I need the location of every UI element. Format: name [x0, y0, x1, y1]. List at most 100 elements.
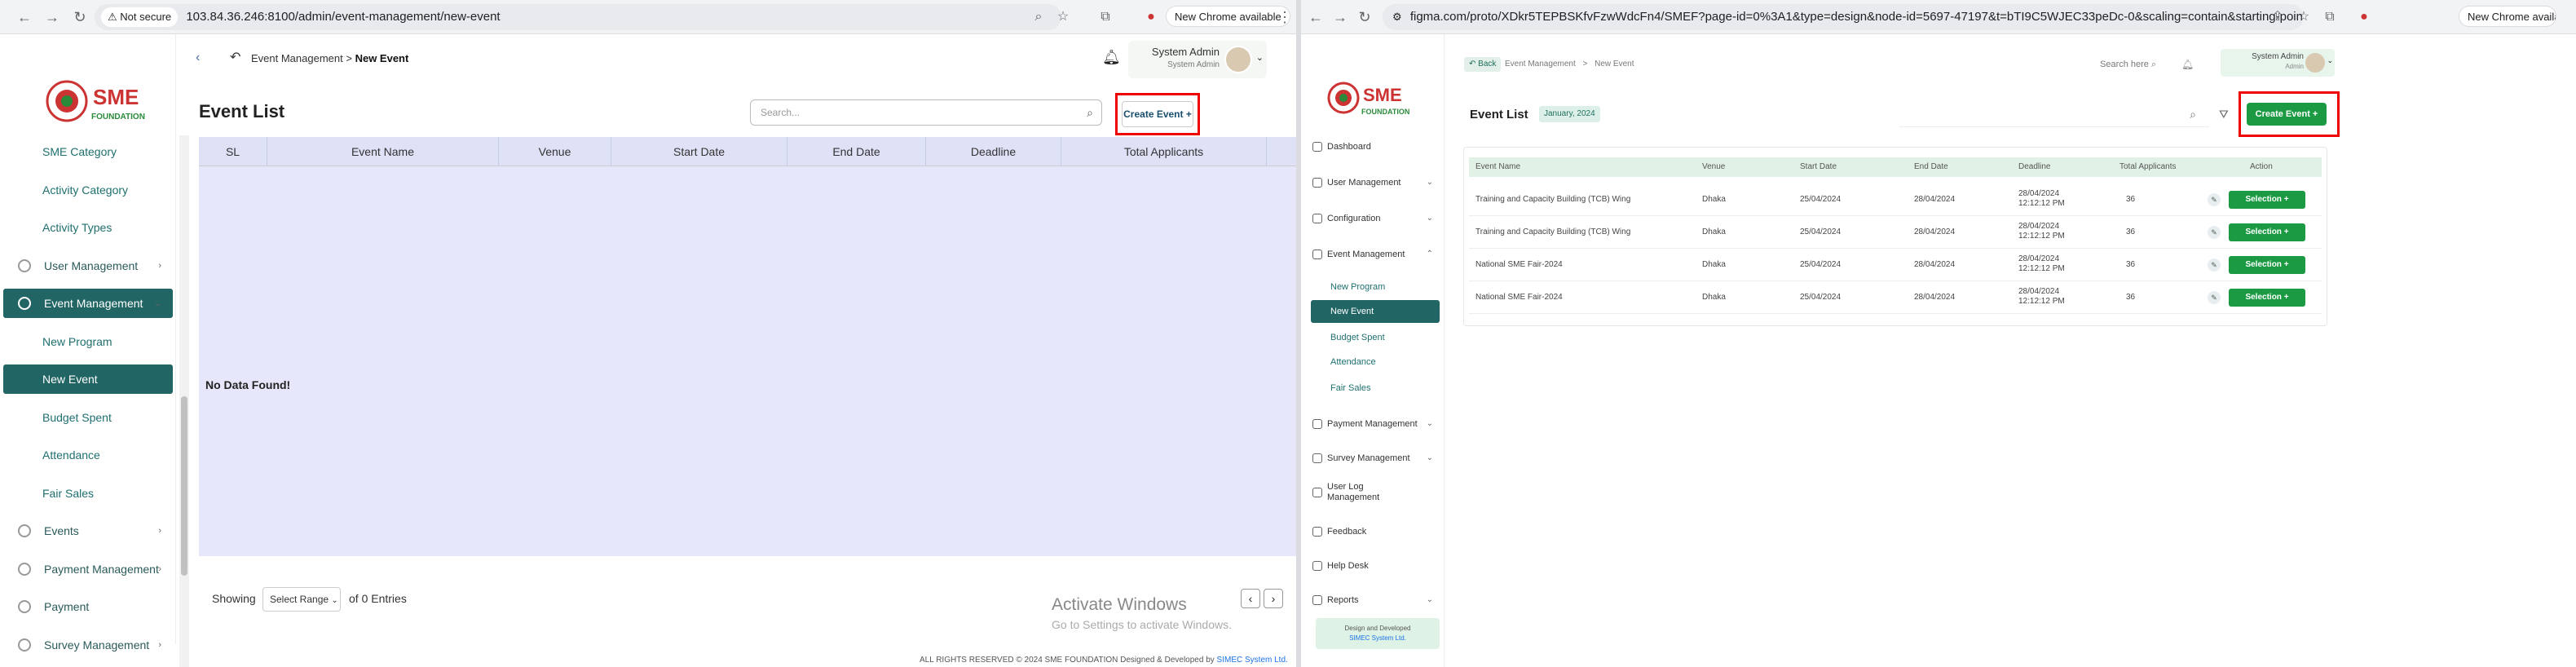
- selection-button[interactable]: Selection +: [2229, 289, 2305, 307]
- edit-icon[interactable]: ✎: [2208, 226, 2221, 239]
- sidebar-item-survey-management[interactable]: Survey Management ›: [3, 630, 173, 660]
- sidebar-item-dashboard[interactable]: Dashboard: [1311, 135, 1440, 158]
- design-credit-link[interactable]: SIMEC System Ltd.: [1349, 634, 1406, 642]
- cell-venue: Dhaka: [1702, 260, 1726, 269]
- forward-icon[interactable]: →: [1330, 7, 1350, 27]
- sidebar-item-feedback[interactable]: Feedback: [1311, 520, 1440, 543]
- sidebar-item-user-management[interactable]: User Management ›: [3, 251, 173, 280]
- sidebar-item-reports[interactable]: Reports ⌄: [1311, 589, 1440, 612]
- collapse-sidebar-icon[interactable]: ‹: [196, 51, 200, 65]
- cell-end: 28/04/2024: [1914, 293, 1956, 302]
- reload-icon[interactable]: ↻: [1355, 7, 1374, 27]
- reload-icon[interactable]: ↻: [70, 7, 90, 27]
- menu-icon: [18, 524, 31, 537]
- chevron-down-icon: ⌄: [1255, 53, 1264, 63]
- edit-icon[interactable]: ✎: [2208, 258, 2221, 272]
- user-profile-menu[interactable]: System Admin System Admin ⌄: [1128, 41, 1267, 78]
- sidebar-item-payment-management[interactable]: Payment Management ›: [3, 554, 173, 584]
- entries-count: of 0 Entries: [349, 592, 407, 605]
- zoom-icon[interactable]: ⌕: [1029, 7, 1048, 27]
- sidebar-item-new-event[interactable]: New Event: [3, 364, 173, 394]
- sidebar-item-configuration[interactable]: Configuration ⌄: [1311, 207, 1440, 230]
- url-text: 103.84.36.246:8100/admin/event-managemen…: [186, 10, 501, 24]
- back-button[interactable]: ↶ Back: [1464, 57, 1502, 72]
- sidebar-item-payment-management[interactable]: Payment Management ⌄: [1311, 413, 1440, 435]
- sidebar-item-label: User Management: [44, 258, 139, 272]
- chrome-update-chip[interactable]: New Chrome available: [2459, 6, 2556, 27]
- sidebar-item-fair-sales[interactable]: Fair Sales: [3, 479, 173, 508]
- extensions-icon[interactable]: ⧉: [1096, 7, 1115, 27]
- developer-link[interactable]: SIMEC System Ltd.: [1217, 656, 1288, 665]
- chrome-update-chip[interactable]: New Chrome available: [1166, 6, 1290, 27]
- edit-icon[interactable]: ✎: [2208, 291, 2221, 304]
- chevron-down-icon: ⌄: [2327, 56, 2333, 64]
- chevron-icon: ⌃: [1426, 250, 1433, 258]
- breadcrumb-parent[interactable]: Event Management: [251, 52, 343, 64]
- svg-text:FOUNDATION: FOUNDATION: [91, 113, 145, 121]
- bookmark-star-icon[interactable]: ☆: [1053, 7, 1073, 27]
- sidebar-item-new-event[interactable]: New Event: [1311, 300, 1440, 323]
- user-profile-menu[interactable]: System Admin Admin ⌄: [2221, 49, 2335, 77]
- sidebar-item-attendance[interactable]: Attendance: [1311, 351, 1440, 373]
- back-icon[interactable]: ←: [1306, 7, 1325, 27]
- share-icon[interactable]: ⇪: [2268, 7, 2287, 27]
- extensions-icon[interactable]: ⧉: [2320, 7, 2340, 27]
- back-icon[interactable]: ←: [15, 7, 34, 27]
- search-icon: ⌕: [2190, 108, 2196, 121]
- sidebar-item-new-program[interactable]: New Program: [1311, 276, 1440, 298]
- sidebar-item-budget-spent[interactable]: Budget Spent: [3, 403, 173, 432]
- sidebar-item-user-management[interactable]: User Management ⌄: [1311, 171, 1440, 194]
- notification-bell-icon[interactable]: 🔔︎: [1102, 49, 1121, 66]
- sidebar-item-activity-category[interactable]: Activity Category: [3, 175, 173, 205]
- selection-button[interactable]: Selection +: [2229, 256, 2305, 274]
- site-settings-icon[interactable]: ⚙: [1392, 11, 1402, 23]
- not-secure-badge[interactable]: ⚠ Not secure: [101, 7, 179, 27]
- scrollbar-thumb[interactable]: [181, 396, 187, 576]
- sidebar-item-fair-sales[interactable]: Fair Sales: [1311, 377, 1440, 400]
- sidebar-item-event-management[interactable]: Event Management ⌄: [3, 289, 173, 318]
- forward-icon[interactable]: →: [42, 7, 62, 27]
- back-arrow-icon[interactable]: ↶: [230, 49, 240, 65]
- sidebar-scrollbar[interactable]: [179, 135, 189, 667]
- sidebar-item-sme-category[interactable]: SME Category: [3, 137, 173, 166]
- range-select[interactable]: Select Range ⌄: [262, 587, 341, 612]
- sidebar-item-budget-spent[interactable]: Budget Spent: [1311, 326, 1440, 349]
- profile-icon[interactable]: ●: [1141, 7, 1161, 27]
- sidebar-item-survey-management[interactable]: Survey Management ⌄: [1311, 447, 1440, 470]
- chevron-icon: ›: [158, 526, 161, 536]
- column-header-sl: SL: [199, 137, 267, 166]
- deadline-time: 12:12:12 PM: [2018, 297, 2065, 306]
- selection-button[interactable]: Selection +: [2229, 223, 2305, 241]
- cell-deadline: 28/04/2024 12:12:12 PM: [2018, 254, 2065, 274]
- table-row: Training and Capacity Building (TCB) Win…: [1469, 183, 2322, 216]
- sidebar-item-help-desk[interactable]: Help Desk: [1311, 554, 1440, 577]
- search-input[interactable]: ⌕: [1899, 101, 2209, 127]
- menu-icon: [1312, 453, 1322, 463]
- sidebar-item-activity-types[interactable]: Activity Types: [3, 213, 173, 242]
- sidebar-item-user-log[interactable]: User Log Management: [1311, 481, 1440, 504]
- breadcrumb-parent[interactable]: Event Management: [1505, 60, 1576, 68]
- address-bar[interactable]: ⚠ Not secure 103.84.36.246:8100/admin/ev…: [95, 4, 1061, 30]
- browser-menu-icon[interactable]: ⋮: [1277, 7, 1293, 27]
- notification-bell-icon[interactable]: 🔔︎: [2181, 57, 2194, 72]
- edit-icon[interactable]: ✎: [2208, 193, 2221, 206]
- profile-icon[interactable]: ●: [2354, 7, 2374, 27]
- sidebar-item-event-management[interactable]: Event Management ⌃: [1311, 243, 1440, 266]
- search-input[interactable]: Search... ⌕: [750, 99, 1102, 126]
- filter-icon[interactable]: ⛛: [2219, 108, 2229, 121]
- cell-name: National SME Fair-2024: [1475, 260, 1563, 269]
- selection-button[interactable]: Selection +: [2229, 191, 2305, 209]
- sidebar-item-events[interactable]: Events ›: [3, 516, 173, 546]
- address-bar[interactable]: ⚙ figma.com/proto/XDkr5TEPBSKfvFzwWdcFn4…: [1383, 4, 2304, 30]
- breadcrumb-separator: >: [346, 52, 352, 64]
- sidebar-item-payment[interactable]: Payment: [3, 592, 173, 621]
- header-search[interactable]: Search here ⌕: [2100, 57, 2156, 72]
- sidebar-item-new-program[interactable]: New Program: [3, 327, 173, 356]
- bookmark-star-icon[interactable]: ☆: [2294, 7, 2314, 27]
- sidebar-item-label-line2: Management: [1327, 493, 1380, 502]
- deadline-time: 12:12:12 PM: [2018, 199, 2065, 208]
- month-badge[interactable]: January, 2024: [1539, 106, 1600, 122]
- column-header-action: Action: [1267, 137, 1296, 166]
- cell-start: 25/04/2024: [1800, 260, 1842, 269]
- sidebar-item-attendance[interactable]: Attendance: [3, 440, 173, 470]
